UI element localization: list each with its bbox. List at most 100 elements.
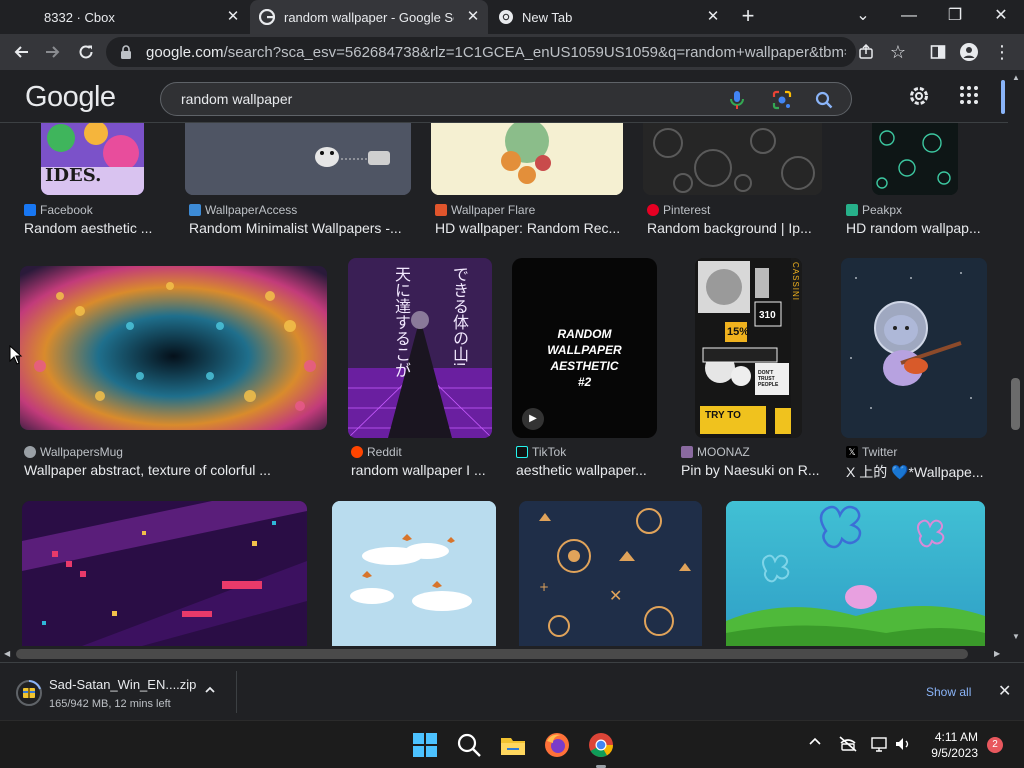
chrome-icon[interactable] <box>587 731 615 759</box>
thumbnail-caption: 310 <box>759 310 776 321</box>
notification-badge[interactable]: 2 <box>987 737 1003 753</box>
close-icon[interactable]: ✕ <box>464 8 482 26</box>
result-thumbnail[interactable]: 天に達するこが できる体の山! <box>348 258 492 438</box>
mouse-cursor-icon <box>9 345 23 365</box>
result-thumbnail[interactable] <box>872 123 958 195</box>
result-source[interactable]: Peakpx <box>846 203 902 217</box>
chevron-up-icon[interactable] <box>808 735 822 754</box>
chevron-down-icon[interactable]: ⌄ <box>851 5 875 29</box>
thumbnail-caption: CASSINI <box>791 262 800 302</box>
wallpaperflare-icon <box>435 204 447 216</box>
close-icon[interactable]: ✕ <box>224 8 242 26</box>
chevron-up-icon[interactable] <box>204 683 216 699</box>
result-source[interactable]: Pinterest <box>647 203 710 217</box>
windows-start-icon[interactable] <box>411 731 439 759</box>
result-thumbnail[interactable]: 15% 310 DON'T TRUST PEOPLE TRY TO CASSIN… <box>695 258 802 438</box>
source-name: Peakpx <box>862 203 903 217</box>
result-source[interactable]: MOONAZ <box>681 445 750 459</box>
tab-google-search[interactable]: random wallpaper - Google Search ✕ <box>250 0 488 34</box>
close-download-bar-icon[interactable]: ✕ <box>998 681 1011 701</box>
search-box[interactable]: random wallpaper <box>160 82 852 116</box>
display-icon[interactable] <box>870 735 888 753</box>
result-title[interactable]: HD wallpaper: Random Rec... <box>435 220 625 236</box>
minimize-icon[interactable]: — <box>897 5 921 29</box>
wallpapersmug-icon <box>24 446 36 458</box>
show-all-button[interactable]: Show all <box>926 685 971 699</box>
result-thumbnail[interactable] <box>431 123 623 195</box>
network-off-icon[interactable] <box>838 735 858 753</box>
close-window-icon[interactable]: ✕ <box>989 5 1013 29</box>
source-name: Pinterest <box>663 203 711 217</box>
result-source[interactable]: WallpapersMug <box>24 445 123 459</box>
result-thumbnail[interactable]: IDES. <box>41 123 144 195</box>
result-source[interactable]: Wallpaper Flare <box>435 203 535 217</box>
microphone-icon[interactable] <box>727 89 747 111</box>
result-title[interactable]: random wallpaper I ... <box>351 462 491 478</box>
result-thumbnail[interactable]: ✕ + <box>519 501 702 646</box>
lock-icon <box>121 45 131 59</box>
search-icon[interactable] <box>455 731 483 759</box>
back-arrow-icon[interactable] <box>9 40 33 64</box>
result-title[interactable]: HD random wallpap... <box>846 220 986 236</box>
tab-cbox[interactable]: 8332 · Cbox ✕ <box>0 0 248 34</box>
result-thumbnail[interactable] <box>20 266 327 430</box>
share-icon[interactable] <box>854 40 878 64</box>
google-lens-icon[interactable] <box>771 89 793 111</box>
tab-new-tab[interactable]: New Tab ✕ <box>490 0 728 34</box>
bookmark-star-icon[interactable]: ☆ <box>886 40 910 64</box>
download-filename[interactable]: Sad-Satan_Win_EN....zip <box>49 677 196 692</box>
speaker-icon[interactable] <box>894 735 912 753</box>
scroll-down-arrow-icon[interactable]: ▼ <box>1012 632 1020 641</box>
horizontal-scroll-thumb[interactable] <box>16 649 968 659</box>
google-logo[interactable]: Google <box>25 81 116 114</box>
result-source[interactable]: Facebook <box>24 203 93 217</box>
result-thumbnail[interactable] <box>185 123 411 195</box>
vertical-scrollbar[interactable]: ▲ ▼ <box>1008 70 1024 646</box>
result-source[interactable]: TikTok <box>516 445 566 459</box>
more-menu-icon[interactable]: ⋮ <box>990 40 1014 64</box>
source-name: Twitter <box>862 445 898 459</box>
forward-arrow-icon[interactable] <box>41 40 65 64</box>
search-icon[interactable] <box>813 89 835 111</box>
chrome-icon <box>499 10 513 24</box>
result-thumbnail[interactable] <box>841 258 987 438</box>
profile-avatar-icon[interactable] <box>957 40 981 64</box>
result-title[interactable]: aesthetic wallpaper... <box>516 462 656 478</box>
result-source[interactable]: Reddit <box>351 445 402 459</box>
result-title[interactable]: Random aesthetic ... <box>24 220 164 236</box>
reload-icon[interactable] <box>74 40 98 64</box>
address-bar[interactable]: google.com/search?sca_esv=562684738&rlz=… <box>106 37 856 67</box>
close-icon[interactable]: ✕ <box>704 8 722 26</box>
search-input[interactable]: random wallpaper <box>181 91 292 107</box>
scroll-left-arrow-icon[interactable]: ◀ <box>4 649 10 658</box>
result-title[interactable]: Random background | Ip... <box>647 220 817 236</box>
result-title[interactable]: X 上的 💙*Wallpape... <box>846 462 986 482</box>
result-source[interactable]: WallpaperAccess <box>189 203 297 217</box>
result-title[interactable]: Wallpaper abstract, texture of colorful … <box>24 462 324 478</box>
download-bar: Sad-Satan_Win_EN....zip 165/942 MB, 12 m… <box>0 662 1024 720</box>
result-thumbnail[interactable]: RANDOM WALLPAPER AESTHETIC #2 ▶ <box>512 258 657 438</box>
result-thumbnail[interactable] <box>643 123 822 195</box>
new-tab-button[interactable]: + <box>736 5 760 29</box>
scroll-up-arrow-icon[interactable]: ▲ <box>1012 73 1020 82</box>
browser-toolbar: google.com/search?sca_esv=562684738&rlz=… <box>0 34 1024 70</box>
result-thumbnail[interactable] <box>22 501 307 646</box>
side-panel-icon[interactable] <box>926 40 950 64</box>
scroll-right-arrow-icon[interactable]: ▶ <box>994 649 1000 658</box>
result-title[interactable]: Random Minimalist Wallpapers -... <box>189 220 411 236</box>
result-source[interactable]: 𝕏 Twitter <box>846 445 897 459</box>
clock-time[interactable]: 4:11 AM <box>926 730 978 744</box>
result-thumbnail[interactable] <box>332 501 496 646</box>
vertical-scroll-thumb[interactable] <box>1011 378 1020 430</box>
result-title[interactable]: Pin by Naesuki on R... <box>681 462 821 478</box>
thumbnail-caption: RANDOM <box>557 327 612 341</box>
result-thumbnail[interactable] <box>726 501 985 646</box>
file-explorer-icon[interactable] <box>499 731 527 759</box>
restore-icon[interactable]: ❐ <box>943 5 967 29</box>
clock-date[interactable]: 9/5/2023 <box>920 746 978 760</box>
url-path: /search?sca_esv=562684738&rlz=1C1GCEA_en… <box>223 43 846 61</box>
firefox-icon[interactable] <box>543 731 571 759</box>
apps-grid-icon[interactable] <box>958 84 980 106</box>
gear-icon[interactable] <box>907 84 931 108</box>
tab-strip: 8332 · Cbox ✕ random wallpaper - Google … <box>0 0 1024 34</box>
